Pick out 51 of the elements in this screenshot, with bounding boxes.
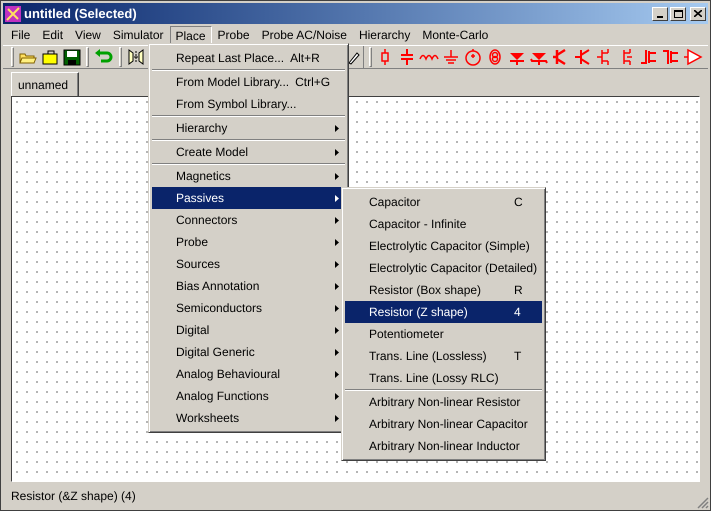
- menu-item[interactable]: Semiconductors: [152, 297, 345, 319]
- menu-item[interactable]: Connectors: [152, 209, 345, 231]
- minimize-icon: [657, 16, 663, 18]
- menu-item[interactable]: Arbitrary Non-linear Capacitor: [345, 413, 542, 435]
- menu-item[interactable]: Resistor (Z shape) 4: [345, 301, 542, 323]
- status-text: Resistor (&Z shape) (4): [11, 488, 136, 505]
- document-tab[interactable]: unnamed: [11, 72, 79, 96]
- menu-bar-item[interactable]: File: [5, 26, 36, 44]
- menu-bar-item[interactable]: Edit: [36, 26, 70, 44]
- menu-item[interactable]: Sources: [152, 253, 345, 275]
- menu-item[interactable]: Probe: [152, 231, 345, 253]
- menu-bar-item[interactable]: Hierarchy: [352, 26, 416, 44]
- window-title: untitled (Selected): [24, 4, 138, 23]
- menu-item[interactable]: Resistor (Box shape) R: [345, 279, 542, 301]
- menu-item[interactable]: Bias Annotation: [152, 275, 345, 297]
- mirror-icon[interactable]: [126, 48, 146, 66]
- minimize-button[interactable]: [652, 6, 668, 20]
- menu-item[interactable]: Electrolytic Capacitor (Detailed): [345, 257, 542, 279]
- menu-item[interactable]: Capacitor - Infinite: [345, 213, 542, 235]
- folder-icon[interactable]: [40, 48, 60, 66]
- menu-item[interactable]: From Model Library... Ctrl+G: [152, 71, 345, 93]
- menu-item[interactable]: Digital: [152, 319, 345, 341]
- menu-item[interactable]: Create Model: [152, 141, 345, 163]
- menu-item[interactable]: Analog Functions: [152, 385, 345, 407]
- menu-item[interactable]: Potentiometer: [345, 323, 542, 345]
- menu-bar-item[interactable]: Simulator: [106, 26, 170, 44]
- amplifier-icon[interactable]: [682, 48, 704, 66]
- close-button[interactable]: [690, 6, 706, 20]
- app-icon: [5, 6, 21, 22]
- save-icon[interactable]: [62, 48, 82, 66]
- menu-item[interactable]: Analog Behavioural: [152, 363, 345, 385]
- menu-bar-item[interactable]: Probe AC/Noise: [256, 26, 353, 44]
- menu-item[interactable]: Electrolytic Capacitor (Simple): [345, 235, 542, 257]
- menu-item[interactable]: Repeat Last Place... Alt+R: [152, 47, 345, 69]
- menu-item[interactable]: From Symbol Library...: [152, 93, 345, 115]
- menu-item[interactable]: Trans. Line (Lossy RLC): [345, 367, 542, 389]
- maximize-button[interactable]: [670, 6, 686, 20]
- close-icon: [694, 10, 702, 17]
- menu-item[interactable]: Arbitrary Non-linear Resistor: [345, 391, 542, 413]
- menu-bar-item[interactable]: View: [69, 26, 107, 44]
- menu-item[interactable]: Worksheets: [152, 407, 345, 429]
- menu-item[interactable]: Magnetics: [152, 165, 345, 187]
- menu-bar-item[interactable]: Probe: [212, 26, 256, 44]
- menu-bar-item[interactable]: Monte-Carlo: [416, 26, 494, 44]
- menu-item[interactable]: Trans. Line (Lossless) T: [345, 345, 542, 367]
- maximize-icon: [674, 10, 682, 18]
- menu-item[interactable]: Digital Generic: [152, 341, 345, 363]
- menu-item[interactable]: Hierarchy: [152, 117, 345, 139]
- menu-item[interactable]: Arbitrary Non-linear Inductor: [345, 435, 542, 457]
- resize-grip-icon[interactable]: [697, 497, 709, 509]
- menu-item[interactable]: Capacitor C: [345, 191, 542, 213]
